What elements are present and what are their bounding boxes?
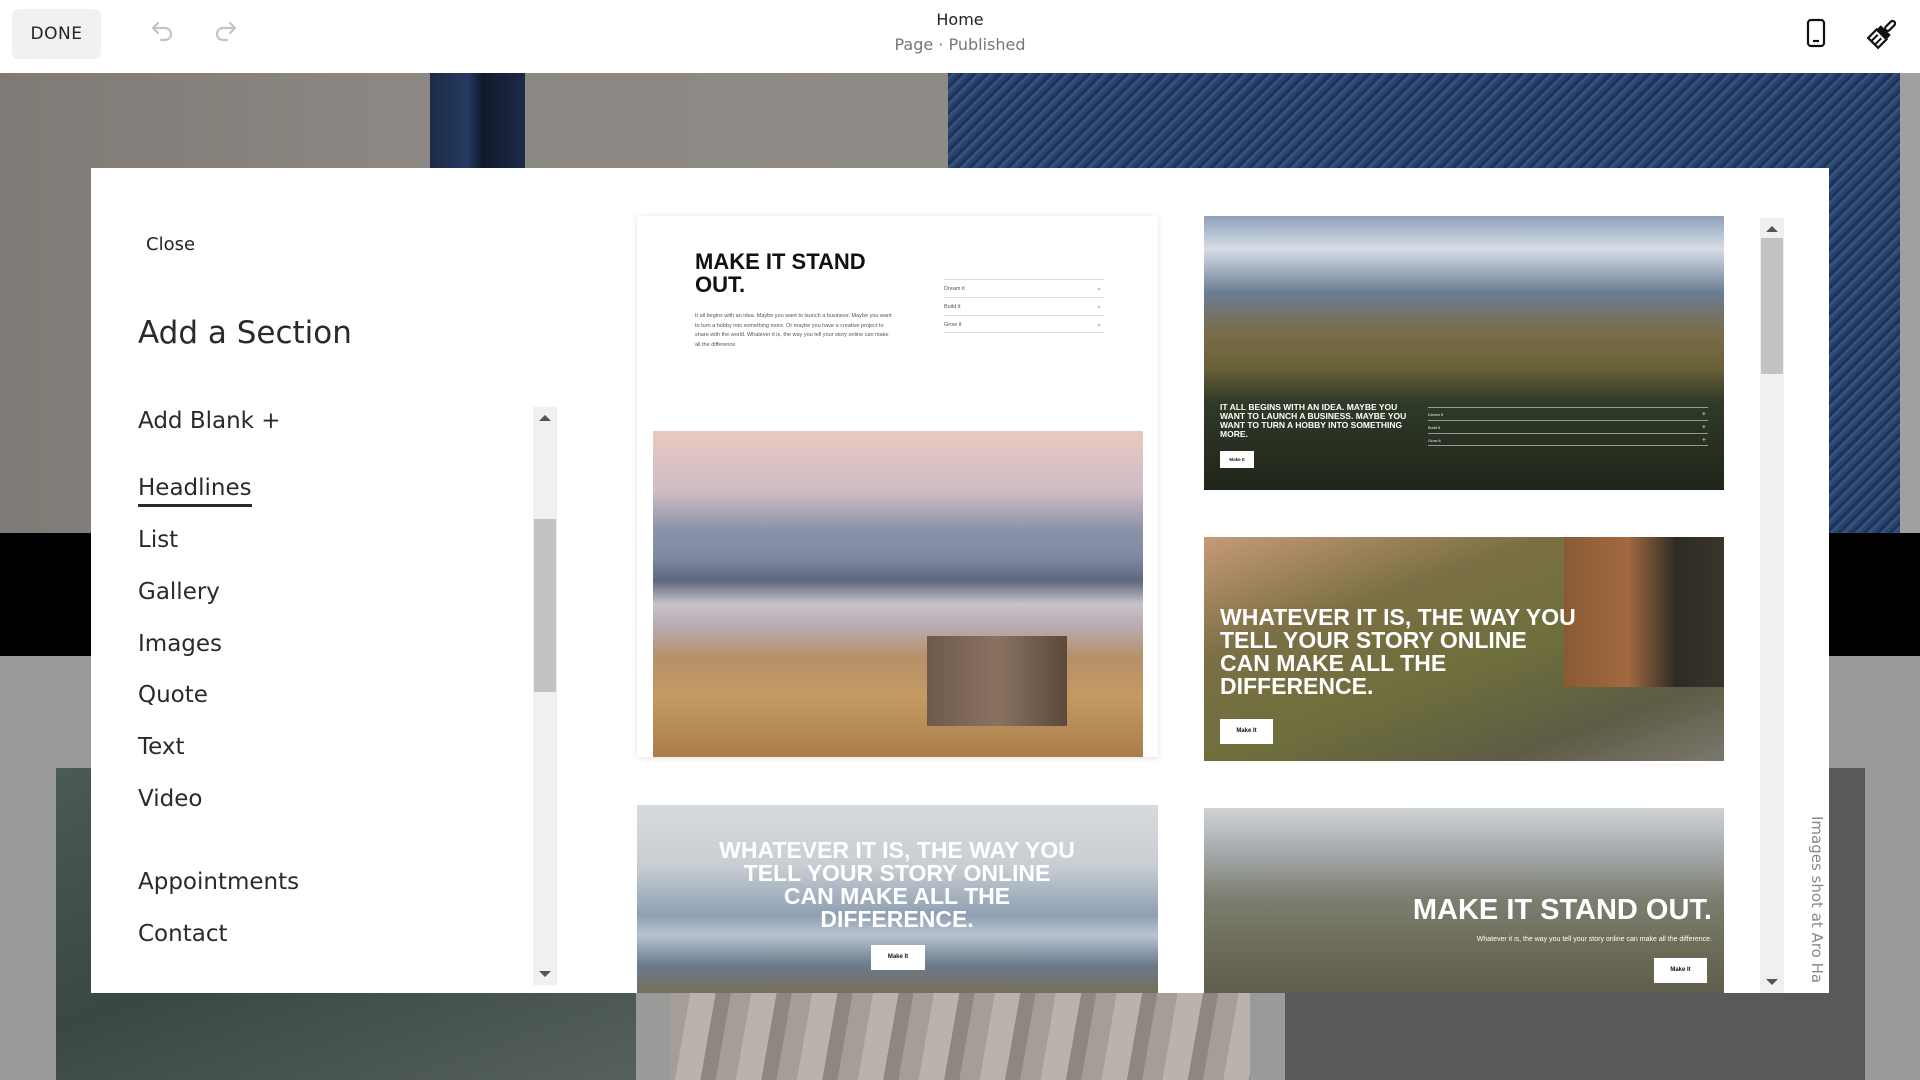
accordion-label: Dream it — [1428, 412, 1444, 417]
accordion-row: Grow it + — [1428, 433, 1708, 446]
template-card-4[interactable]: WHATEVER IT IS, THE WAY YOU TELL YOUR ST… — [637, 805, 1158, 993]
category-scrollbar[interactable] — [533, 407, 557, 985]
accordion-label: Build it — [944, 304, 961, 310]
template-card-2[interactable]: IT ALL BEGINS WITH AN IDEA. MAYBE YOU WA… — [1204, 216, 1724, 490]
category-appointments[interactable]: Appointments — [138, 869, 299, 895]
template-card-1[interactable]: MAKE IT STAND OUT. It all begins with an… — [637, 216, 1158, 757]
template-headline: WHATEVER IT IS, THE WAY YOU TELL YOUR ST… — [1220, 604, 1576, 699]
template-button: Make It — [1220, 719, 1273, 744]
accordion-row: Grow it ⌄ — [944, 315, 1104, 333]
image-credit: Images shot at Aro Ha — [1808, 816, 1826, 984]
templates-scrollbar[interactable] — [1760, 218, 1784, 993]
scrollbar-thumb[interactable] — [1761, 238, 1783, 374]
category-text[interactable]: Text — [138, 734, 185, 760]
template-card-3[interactable]: WHATEVER IT IS, THE WAY YOU TELL YOUR ST… — [1204, 537, 1724, 761]
category-quote[interactable]: Quote — [138, 682, 208, 708]
add-blank-button[interactable]: Add Blank + — [138, 408, 281, 434]
background-jeans-image — [430, 73, 525, 173]
plus-icon: + — [1701, 437, 1706, 444]
accordion-row: Build it + — [1428, 420, 1708, 433]
template-accordion: Dream it ⌄ Build it ⌄ Grow it ⌄ — [944, 279, 1104, 333]
template-button: Make It — [871, 945, 925, 970]
template-button: Make It — [1220, 451, 1254, 468]
category-contact[interactable]: Contact — [138, 921, 227, 947]
template-accordion: Dream it + Build it + Grow it + — [1428, 407, 1708, 446]
template-photo-lake — [653, 431, 1143, 757]
category-list[interactable]: List — [138, 527, 178, 553]
template-headline: MAKE IT STAND OUT. — [1412, 894, 1712, 926]
scroll-down-arrow-icon[interactable] — [1766, 979, 1778, 985]
template-body: It all begins with an idea. Maybe you wa… — [695, 313, 892, 348]
editor-topbar: DONE Home Page · Published — [0, 0, 1920, 73]
accordion-label: Grow it — [1428, 438, 1441, 443]
mobile-preview-icon[interactable] — [1804, 18, 1828, 48]
scroll-up-arrow-icon[interactable] — [1766, 226, 1778, 232]
modal-title: Add a Section — [138, 315, 352, 351]
page-title: Home — [936, 10, 984, 29]
scrollbar-thumb[interactable] — [534, 519, 556, 692]
background-edge — [1900, 73, 1920, 533]
close-button[interactable]: Close — [146, 234, 195, 255]
template-photo-cabin — [927, 636, 1067, 726]
scroll-down-arrow-icon[interactable] — [539, 971, 551, 977]
category-headlines[interactable]: Headlines — [138, 475, 252, 507]
accordion-row: Build it ⌄ — [944, 297, 1104, 315]
accordion-row: Dream it ⌄ — [944, 279, 1104, 297]
accordion-label: Grow it — [944, 322, 962, 328]
background-tile-bark — [670, 993, 1250, 1080]
accordion-label: Dream it — [944, 286, 965, 292]
template-photo-house — [1564, 537, 1724, 687]
template-headline: WHATEVER IT IS, THE WAY YOU TELL YOUR ST… — [719, 837, 1075, 932]
category-gallery[interactable]: Gallery — [138, 579, 220, 605]
category-images[interactable]: Images — [138, 631, 222, 657]
scroll-up-arrow-icon[interactable] — [539, 415, 551, 421]
accordion-row: Dream it + — [1428, 407, 1708, 420]
template-button: Make It — [1654, 958, 1707, 983]
template-headline: IT ALL BEGINS WITH AN IDEA. MAYBE YOU WA… — [1220, 402, 1407, 439]
chevron-down-icon: ⌄ — [1096, 303, 1102, 310]
accordion-label: Build it — [1428, 425, 1441, 430]
template-card-5[interactable]: MAKE IT STAND OUT. Whatever it is, the w… — [1204, 808, 1724, 993]
add-section-modal: Close Add a Section Add Blank + Headline… — [91, 168, 1829, 993]
category-video[interactable]: Video — [138, 786, 202, 812]
chevron-down-icon: ⌄ — [1096, 285, 1102, 292]
template-headline: MAKE IT STAND OUT. — [695, 249, 866, 297]
template-body: Whatever it is, the way you tell your st… — [1476, 936, 1712, 943]
page-status: Page · Published — [894, 35, 1026, 54]
chevron-down-icon: ⌄ — [1096, 321, 1102, 328]
site-styles-brush-icon[interactable] — [1866, 16, 1900, 50]
